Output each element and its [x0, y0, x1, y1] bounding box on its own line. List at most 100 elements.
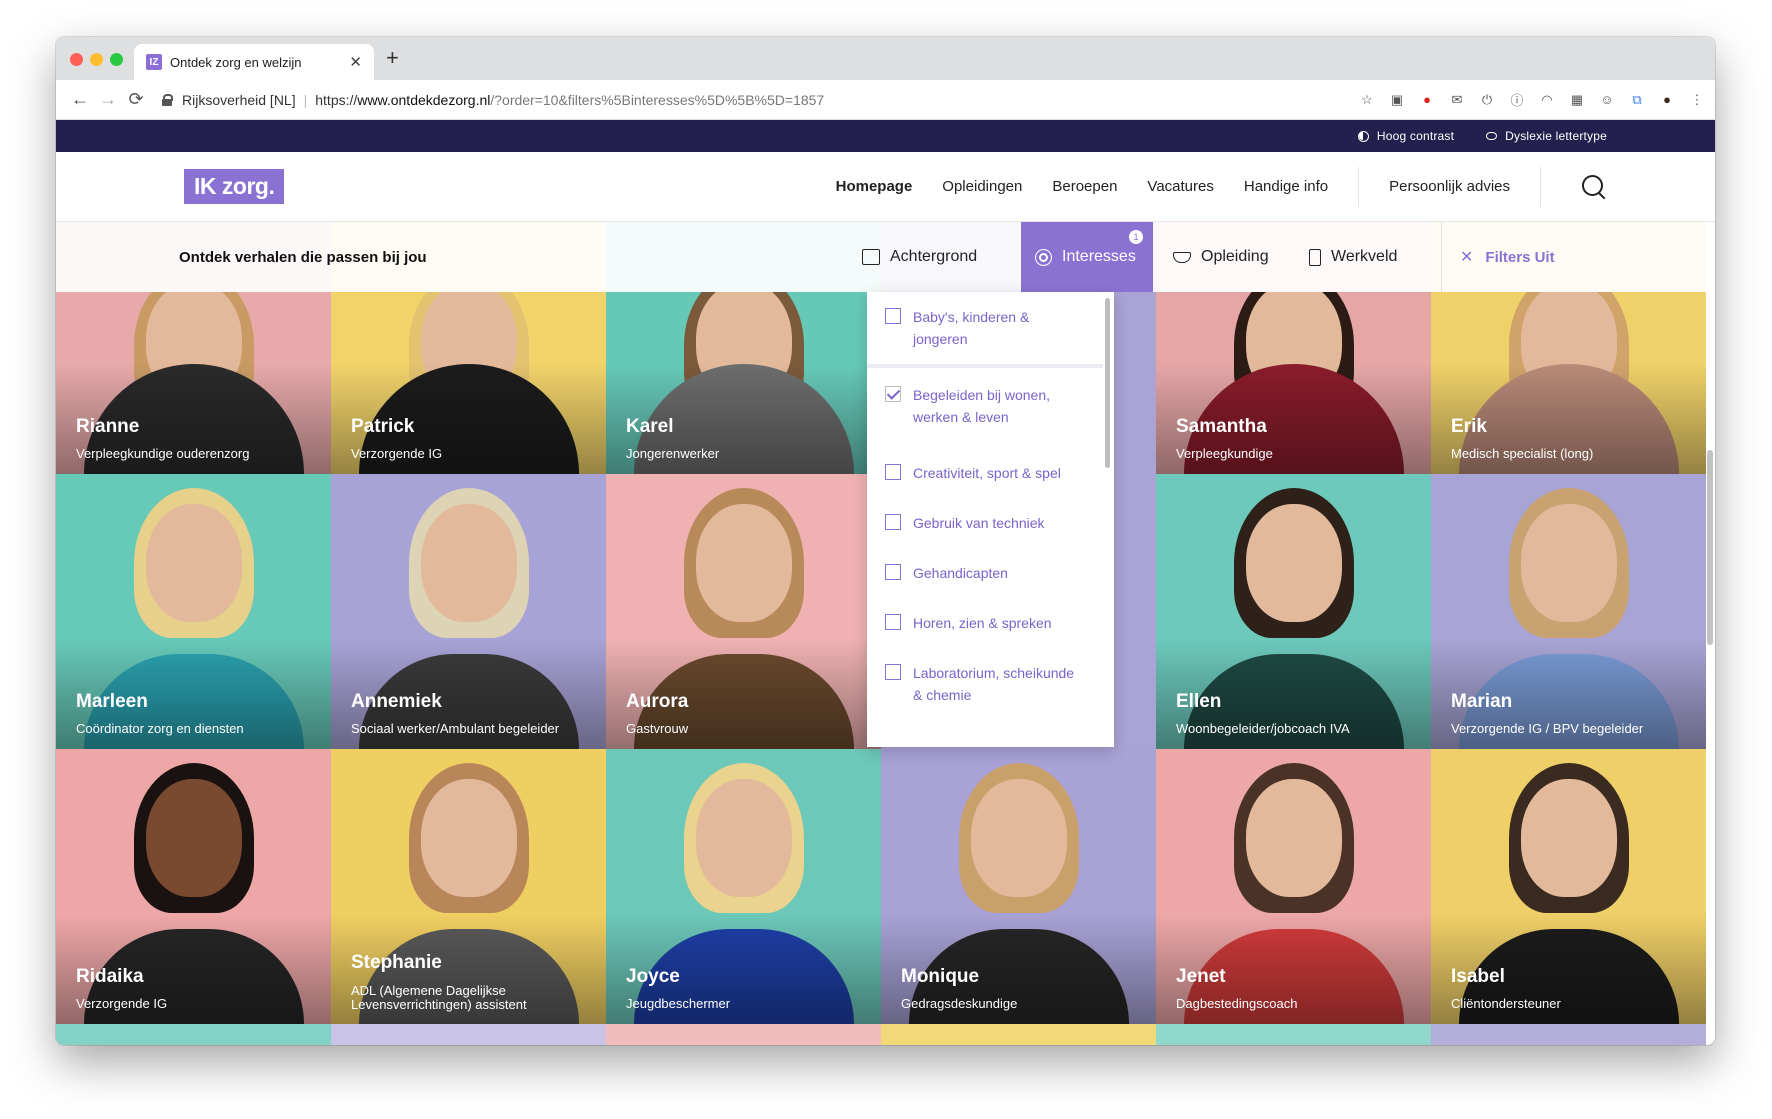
star-icon[interactable]: ☆ [1359, 92, 1375, 108]
close-tab-icon[interactable]: ✕ [349, 53, 362, 71]
url-prefix: https:// [315, 91, 358, 108]
reload-icon[interactable]: ⟳ [122, 89, 150, 110]
forward-icon[interactable]: → [94, 89, 122, 110]
filter-achtergrond[interactable]: Achtergrond [862, 222, 977, 292]
maximize-window-button[interactable] [110, 53, 123, 66]
address-bar[interactable]: Rijksoverheid [NL] | https://www.ontdekd… [162, 85, 1312, 115]
person-role: ADL (Algemene Dagelijkse Levensverrichti… [351, 983, 527, 1012]
mail-icon[interactable]: ✉ [1449, 92, 1465, 108]
person-role: Verpleegkundige [1176, 446, 1273, 461]
portrait-face [1520, 504, 1617, 622]
person-card-partial[interactable] [1156, 1024, 1431, 1045]
interest-option[interactable]: Baby's, kinderen & jongeren [867, 306, 1103, 368]
person-name: Marian [1451, 691, 1513, 712]
site-logo[interactable]: IK zorg. [184, 169, 285, 204]
interest-option[interactable]: Laboratorium, scheikunde & chemie [867, 662, 1103, 706]
nav-opleidingen[interactable]: Opleidingen [942, 178, 1022, 195]
graduation-cap-icon [1173, 251, 1191, 263]
person-card[interactable]: Samantha Verpleegkundige [1156, 292, 1431, 474]
person-card[interactable]: Rianne Verpleegkundige ouderenzorg [56, 292, 331, 474]
browser-toolbar: ← → ⟳ Rijksoverheid [NL] | https://www.o… [56, 80, 1715, 120]
tab-title: Ontdek zorg en welzijn [170, 54, 302, 70]
person-card[interactable]: Jenet Dagbestedingscoach [1156, 749, 1431, 1024]
portrait-face [970, 779, 1067, 897]
tab-strip: IZ Ontdek zorg en welzijn ✕ + [56, 37, 1715, 80]
translate-icon[interactable]: ⧉ [1629, 92, 1645, 108]
filter-achtergrond-label: Achtergrond [890, 248, 978, 265]
person-card-partial[interactable] [606, 1024, 881, 1045]
lock-icon [162, 93, 173, 106]
interest-option-label: Horen, zien & spreken [913, 615, 1052, 631]
nav-homepage[interactable]: Homepage [836, 178, 913, 195]
person-card[interactable]: Joyce Jeugdbeschermer [606, 749, 881, 1024]
person-card-partial[interactable] [56, 1024, 331, 1045]
high-contrast-toggle[interactable]: Hoog contrast [1357, 129, 1454, 143]
filters-off-label: Filters Uit [1485, 248, 1555, 266]
person-card[interactable]: Aurora Gastvrouw [606, 474, 881, 749]
checkbox[interactable] [885, 308, 901, 324]
person-card-partial[interactable] [1431, 1024, 1706, 1045]
person-card[interactable]: Annemiek Sociaal werker/Ambulant begeleid… [331, 474, 606, 749]
filter-interesses[interactable]: Interesses 1 [1021, 222, 1153, 292]
extension-icon[interactable]: ▣ [1389, 92, 1405, 108]
interest-option[interactable]: Gebruik van techniek [867, 512, 1103, 534]
filter-werkveld[interactable]: Werkveld [1309, 222, 1397, 292]
nav-persoonlijk-advies[interactable]: Persoonlijk advies [1389, 178, 1510, 195]
person-role: Jeugdbeschermer [626, 996, 731, 1011]
person-name: Monique [901, 966, 980, 987]
person-card-partial[interactable] [331, 1024, 606, 1045]
person-name: Erik [1451, 416, 1487, 437]
checkbox[interactable] [885, 564, 901, 580]
face-icon[interactable]: ☺ [1599, 92, 1615, 108]
person-card[interactable]: Monique Gedragsdeskundige [881, 749, 1156, 1024]
interest-option[interactable]: Creativiteit, sport & spel [867, 462, 1103, 484]
person-role: Gastvrouw [626, 721, 689, 736]
person-card[interactable]: Stephanie ADL (Algemene Dagelijkse Levens… [331, 749, 606, 1024]
dropdown-scrollbar[interactable] [1105, 298, 1110, 468]
interest-option[interactable]: Begeleiden bij wonen, werken & leven [867, 384, 1103, 428]
menu-icon[interactable]: ⋮ [1689, 92, 1705, 108]
power-icon[interactable]: ⏻ [1479, 92, 1495, 108]
dyslexia-font-toggle[interactable]: Dyslexie lettertype [1486, 129, 1607, 143]
back-icon[interactable]: ← [66, 89, 94, 110]
person-card-partial[interactable] [881, 1024, 1156, 1045]
new-tab-button[interactable]: + [386, 45, 399, 71]
checkbox-checked[interactable] [885, 386, 901, 402]
filters-off-button[interactable]: ✕ Filters Uit [1441, 222, 1555, 292]
person-role: Sociaal werker/Ambulant begeleider [351, 721, 560, 736]
profile-icon[interactable]: ● [1659, 92, 1675, 108]
person-card[interactable]: Karel Jongerenwerker [606, 292, 881, 474]
info-icon[interactable]: ⓘ [1509, 92, 1525, 108]
person-card[interactable]: Erik Medisch specialist (long) [1431, 292, 1706, 474]
browser-tab[interactable]: IZ Ontdek zorg en welzijn ✕ [134, 44, 374, 80]
nav-divider [1358, 166, 1360, 207]
main-nav: Homepage Opleidingen Beroepen Vacatures … [806, 166, 1607, 207]
close-window-button[interactable] [70, 53, 83, 66]
minimize-window-button[interactable] [90, 53, 103, 66]
person-card[interactable]: Marleen Coördinator zorg en diensten [56, 474, 331, 749]
interest-option[interactable]: Gehandicapten [867, 562, 1103, 584]
filter-opleiding[interactable]: Opleiding [1173, 222, 1269, 292]
checkbox[interactable] [885, 664, 901, 680]
search-icon[interactable] [1581, 174, 1607, 200]
page-scrollbar[interactable] [1707, 450, 1713, 645]
arch-icon[interactable]: ◠ [1539, 92, 1555, 108]
dyslexia-label: Dyslexie lettertype [1505, 129, 1607, 143]
person-card[interactable]: Patrick Verzorgende IG [331, 292, 606, 474]
checkbox[interactable] [885, 514, 901, 530]
person-card[interactable]: Ellen Woonbegeleider/jobcoach IVA [1156, 474, 1431, 749]
person-role: Woonbegeleider/jobcoach IVA [1176, 721, 1350, 736]
nav-handige-info[interactable]: Handige info [1244, 178, 1328, 195]
interest-option[interactable]: Horen, zien & spreken [867, 612, 1103, 634]
nav-vacatures[interactable]: Vacatures [1147, 178, 1213, 195]
person-card[interactable]: Marian Verzorgende IG / BPV begeleider [1431, 474, 1706, 749]
person-name: Patrick [351, 416, 415, 437]
opera-icon[interactable]: ● [1419, 92, 1435, 108]
portrait-face [420, 504, 517, 622]
checkbox[interactable] [885, 614, 901, 630]
grid-icon[interactable]: ▦ [1569, 92, 1585, 108]
nav-beroepen[interactable]: Beroepen [1052, 178, 1117, 195]
checkbox[interactable] [885, 464, 901, 480]
person-card[interactable]: Ridaika Verzorgende IG [56, 749, 331, 1024]
person-card[interactable]: Isabel Cliëntondersteuner [1431, 749, 1706, 1024]
